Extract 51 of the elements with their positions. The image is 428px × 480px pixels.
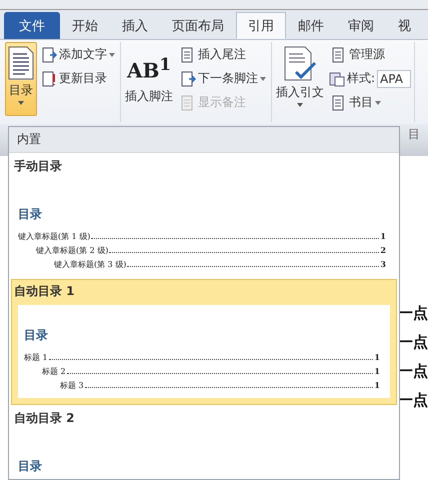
page-number: 1 [374, 366, 380, 376]
ribbon-tab[interactable]: 审阅 [336, 12, 386, 39]
ribbon-small-button[interactable]: 管理源 [329, 43, 412, 66]
toc-entry: 标题 2 [42, 366, 66, 377]
caret-icon [18, 101, 24, 105]
small-document-icon [180, 70, 196, 86]
page-number: 1 [380, 231, 386, 241]
gallery-item[interactable]: 自动目录 1 目录 标题 1 1 标题 2 1 标题 3 1 [11, 279, 397, 405]
style-dropdown[interactable]: APA [377, 70, 412, 88]
caret-icon [375, 100, 381, 104]
ribbon-small-button[interactable]: 插入尾注 [178, 43, 268, 66]
toc-entry: 标题 3 [60, 380, 84, 391]
item-title: 手动目录 [13, 158, 63, 175]
item-title: 自动目录 1 [13, 283, 76, 300]
group-label: 目 [408, 126, 420, 143]
document-icon [8, 46, 34, 80]
ribbon-tab[interactable]: 页面布局 [160, 12, 236, 39]
ribbon-small-button[interactable]: 添加文字 [39, 43, 117, 66]
toc-entry: 键入章标题(第 3 级) [54, 259, 126, 270]
toc-entry: 键入章标题(第 2 级) [36, 245, 108, 256]
toc-heading: 目录 [18, 206, 43, 223]
page-number: 3 [380, 259, 386, 269]
small-document-icon [41, 70, 57, 86]
ribbon-tab[interactable]: 开始 [60, 12, 110, 39]
gallery-header: 内置 [9, 127, 399, 153]
toc-heading: 目录 [24, 327, 49, 344]
ribbon-tab[interactable]: 插入 [110, 12, 160, 39]
page-number: 2 [380, 245, 386, 255]
caret-icon [297, 103, 303, 107]
ribbon-large-button[interactable]: 插入引文 [273, 42, 327, 116]
footnote-icon: AB$^{1}$ [126, 46, 171, 86]
ribbon-small-button[interactable]: 书目 [329, 91, 412, 114]
ribbon-tab[interactable]: 视 [386, 12, 423, 39]
ribbon-large-button[interactable]: AB$^{1}$ 插入脚注 [122, 42, 176, 116]
toc-entry: 键入章标题(第 1 级) [18, 231, 90, 242]
page-number: 1 [374, 352, 380, 362]
toc-entry: 标题 1 [24, 352, 48, 363]
item-title: 自动目录 2 [13, 410, 76, 427]
small-document-icon [41, 46, 57, 62]
ribbon-tab[interactable]: 邮件 [286, 12, 336, 39]
caret-icon [260, 76, 266, 80]
style-label: 样式: [347, 70, 376, 87]
page-number: 1 [374, 380, 380, 390]
ribbon-small-button[interactable]: 更新目录 [39, 67, 117, 90]
document-check-icon [282, 46, 318, 82]
ribbon-large-button[interactable]: 目录 [5, 42, 37, 116]
ribbon-tab[interactable]: 文件 [4, 12, 60, 39]
ribbon-tab[interactable]: 引用 [236, 12, 286, 39]
caret-icon [109, 52, 115, 56]
ribbon-small-button[interactable]: 下一条脚注 [178, 67, 268, 90]
toc-heading: 目录 [18, 458, 43, 475]
